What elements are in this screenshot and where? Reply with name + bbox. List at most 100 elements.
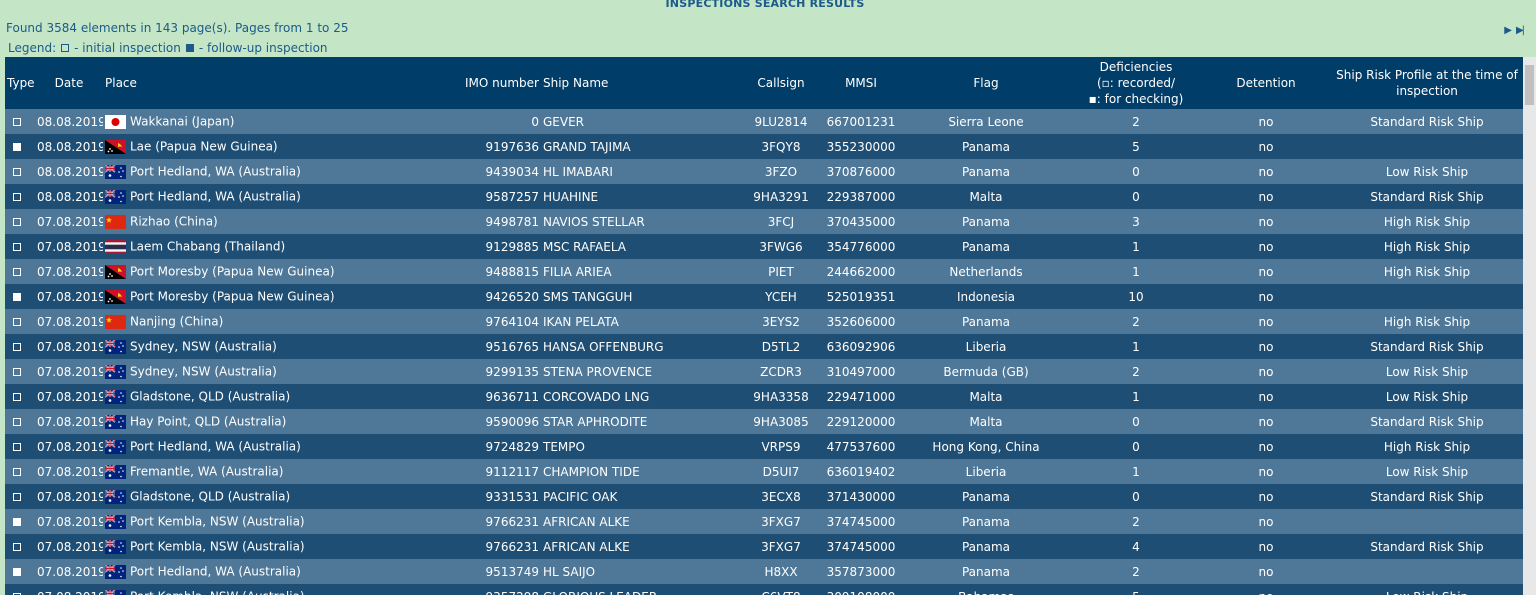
col-risk-profile[interactable]: Ship Risk Profile at the time of inspect… [1331, 57, 1523, 109]
col-imo[interactable]: IMO number [463, 57, 541, 109]
flag-state-cell: Liberia [901, 459, 1071, 484]
date-cell: 07.08.2019 [35, 509, 103, 534]
flag-state-cell: Panama [901, 234, 1071, 259]
imo-cell: 9498781 [463, 209, 541, 234]
table-row[interactable]: 08.08.2019 Port Hedland, WA (Australia) 94… [5, 159, 1523, 184]
imo-cell: 9766231 [463, 509, 541, 534]
table-row[interactable]: 07.08.2019 Port Hedland, WA (Australia) 95… [5, 559, 1523, 584]
table-row[interactable]: 07.08.2019 Laem Chabang (Thailand) 9129885… [5, 234, 1523, 259]
followup-inspection-icon [13, 143, 21, 151]
risk-profile-cell: High Risk Ship [1331, 309, 1523, 334]
col-deficiencies-line1: Deficiencies [1099, 60, 1173, 74]
imo-cell: 9357298 [463, 584, 541, 595]
ship-name-cell[interactable]: HANSA OFFENBURG [541, 334, 741, 359]
table-row[interactable]: 07.08.2019 Port Moresby (Papua New Guinea… [5, 259, 1523, 284]
col-flag[interactable]: Flag [901, 57, 1071, 109]
table-row[interactable]: 07.08.2019 Rizhao (China) 9498781 NAVIOS ST… [5, 209, 1523, 234]
table-row[interactable]: 07.08.2019 Hay Point, QLD (Australia) 9590… [5, 409, 1523, 434]
type-cell [5, 309, 35, 334]
ship-name-cell[interactable]: CORCOVADO LNG [541, 384, 741, 409]
table-row[interactable]: 07.08.2019 Fremantle, WA (Australia) 91121… [5, 459, 1523, 484]
ship-name-cell[interactable]: IKAN PELATA [541, 309, 741, 334]
detention-cell: no [1201, 459, 1331, 484]
date-cell: 08.08.2019 [35, 109, 103, 134]
col-date[interactable]: Date [35, 57, 103, 109]
risk-profile-cell [1331, 284, 1523, 309]
table-row[interactable]: 07.08.2019 Gladstone, QLD (Australia) 9636… [5, 384, 1523, 409]
ship-name-cell[interactable]: FILIA ARIEA [541, 259, 741, 284]
ship-name-cell[interactable]: TEMPO [541, 434, 741, 459]
callsign-cell: 3FQY8 [741, 134, 821, 159]
table-row[interactable]: 07.08.2019 Sydney, NSW (Australia) 9299135… [5, 359, 1523, 384]
detention-cell: no [1201, 559, 1331, 584]
table-row[interactable]: 07.08.2019 Sydney, NSW (Australia) 9516765… [5, 334, 1523, 359]
flag-state-cell: Malta [901, 384, 1071, 409]
ship-name-cell[interactable]: AFRICAN ALKE [541, 534, 741, 559]
table-row[interactable]: 08.08.2019 Lae (Papua New Guinea) 9197636 G… [5, 134, 1523, 159]
ship-name-cell[interactable]: GRAND TAJIMA [541, 134, 741, 159]
col-deficiencies-line3: ▪: for checking) [1088, 92, 1184, 106]
results-table: Type Date Place IMO number Ship Name Cal… [5, 57, 1523, 595]
table-row[interactable]: 07.08.2019 Port Hedland, WA (Australia) 97… [5, 434, 1523, 459]
mmsi-cell: 354776000 [821, 234, 901, 259]
date-cell: 07.08.2019 [35, 284, 103, 309]
ship-name-cell[interactable]: HL IMABARI [541, 159, 741, 184]
flag-state-cell: Indonesia [901, 284, 1071, 309]
col-detention[interactable]: Detention [1201, 57, 1331, 109]
vertical-scrollbar[interactable] [1523, 57, 1536, 595]
date-cell: 07.08.2019 [35, 209, 103, 234]
ship-name-cell[interactable]: PACIFIC OAK [541, 484, 741, 509]
ship-name-cell[interactable]: NAVIOS STELLAR [541, 209, 741, 234]
callsign-cell: C6VT8 [741, 584, 821, 595]
deficiencies-cell: 1 [1071, 459, 1201, 484]
risk-profile-cell: Standard Risk Ship [1331, 184, 1523, 209]
deficiencies-cell: 5 [1071, 134, 1201, 159]
initial-inspection-icon [13, 468, 21, 476]
risk-profile-cell: Standard Risk Ship [1331, 484, 1523, 509]
imo-cell: 9590096 [463, 409, 541, 434]
australia-flag-icon [105, 464, 126, 479]
place-name: Port Hedland, WA (Australia) [130, 164, 301, 179]
date-cell: 07.08.2019 [35, 334, 103, 359]
skip-to-end-icon[interactable]: ▶| [1516, 25, 1525, 36]
ship-name-cell[interactable]: GLORIOUS LEADER [541, 584, 741, 595]
table-row[interactable]: 07.08.2019 Port Kembla, NSW (Australia) 97… [5, 534, 1523, 559]
callsign-cell: 9HA3358 [741, 384, 821, 409]
place-cell: Sydney, NSW (Australia) [103, 359, 463, 384]
ship-name-cell[interactable]: AFRICAN ALKE [541, 509, 741, 534]
detention-cell: no [1201, 134, 1331, 159]
play-icon[interactable]: ▶ [1504, 25, 1512, 36]
type-cell [5, 259, 35, 284]
col-type[interactable]: Type [5, 57, 35, 109]
callsign-cell: 9LU2814 [741, 109, 821, 134]
callsign-cell: 3EYS2 [741, 309, 821, 334]
table-row[interactable]: 07.08.2019 Port Moresby (Papua New Guinea… [5, 284, 1523, 309]
table-row[interactable]: 07.08.2019 Port Kembla, NSW (Australia) 97… [5, 509, 1523, 534]
col-place[interactable]: Place [103, 57, 463, 109]
ship-name-cell[interactable]: MSC RAFAELA [541, 234, 741, 259]
table-row[interactable]: 08.08.2019 Port Hedland, WA (Australia) 95… [5, 184, 1523, 209]
deficiencies-cell: 0 [1071, 409, 1201, 434]
risk-profile-cell: Low Risk Ship [1331, 384, 1523, 409]
place-name: Gladstone, QLD (Australia) [130, 389, 291, 404]
table-row[interactable]: 07.08.2019 Port Kembla, NSW (Australia) 93… [5, 584, 1523, 595]
col-mmsi[interactable]: MMSI [821, 57, 901, 109]
ship-name-cell[interactable]: HUAHINE [541, 184, 741, 209]
callsign-cell: PIET [741, 259, 821, 284]
ship-name-cell[interactable]: GEVER [541, 109, 741, 134]
col-callsign[interactable]: Callsign [741, 57, 821, 109]
table-row[interactable]: 08.08.2019 Wakkanai (Japan) 0 GEVER 9LU2814 6… [5, 109, 1523, 134]
deficiencies-cell: 2 [1071, 309, 1201, 334]
table-row[interactable]: 07.08.2019 Gladstone, QLD (Australia) 9331… [5, 484, 1523, 509]
table-row[interactable]: 07.08.2019 Nanjing (China) 9764104 IKAN PEL… [5, 309, 1523, 334]
ship-name-cell[interactable]: CHAMPION TIDE [541, 459, 741, 484]
detention-cell: no [1201, 159, 1331, 184]
ship-name-cell[interactable]: HL SAIJO [541, 559, 741, 584]
ship-name-cell[interactable]: STAR APHRODITE [541, 409, 741, 434]
ship-name-cell[interactable]: STENA PROVENCE [541, 359, 741, 384]
col-ship-name[interactable]: Ship Name [541, 57, 741, 109]
scrollbar-thumb[interactable] [1525, 65, 1534, 105]
col-deficiencies[interactable]: Deficiencies (▫: recorded/ ▪: for checki… [1071, 57, 1201, 109]
date-cell: 07.08.2019 [35, 384, 103, 409]
ship-name-cell[interactable]: SMS TANGGUH [541, 284, 741, 309]
